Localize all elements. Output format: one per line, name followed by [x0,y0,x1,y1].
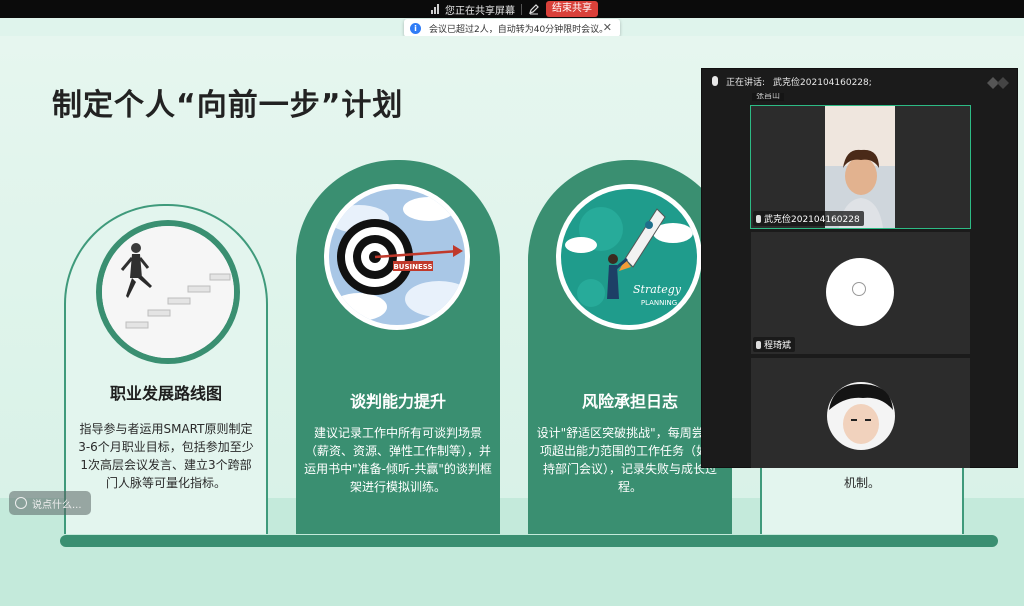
participant-video [751,106,970,228]
slide-title: 制定个人“向前一步”计划 [52,88,404,123]
speaking-name: 武克俭202104160228; [773,77,872,88]
mic-off-icon [756,340,761,349]
signal-icon [431,4,439,14]
card-body: 机制。 [843,476,880,490]
participant-tile[interactable]: 程琦斌 [751,232,970,354]
video-panel: 正在讲话: 武克俭202104160228; 张昌山 武克俭2021041602… [701,68,1018,468]
end-share-button[interactable]: 结束共享 [546,1,598,17]
participant-name-tag: 武克俭202104160228 [753,211,864,226]
info-icon: i [410,22,421,34]
chat-placeholder: 说点什么... [32,499,82,511]
speaking-header: 正在讲话: 武克俭202104160228; [702,69,1019,93]
rocket-illustration: Strategy PLANNING [561,189,697,325]
business-label: BUSINESS [393,263,432,271]
card-title: 谈判能力提升 [349,392,446,411]
mic-icon [756,214,761,223]
career-stairs-image [96,220,240,364]
slide-bottom-bar [60,535,998,547]
toast-message: 会议已超过2人，自动转为40分钟限时会议。 [429,24,609,35]
strategy-planning-image: Strategy PLANNING [556,184,702,330]
target-illustration: BUSINESS [329,189,465,325]
participant-tile[interactable] [751,358,970,468]
app-logo-icon [987,77,1009,89]
participant-avatar-anime [751,358,970,468]
participant-name-tag: 程琦斌 [753,337,796,352]
strategy-label: Strategy [633,283,682,296]
close-icon[interactable]: ✕ [603,21,612,34]
speaking-label: 正在讲话: [726,77,766,88]
chat-input[interactable]: 说点什么... [9,491,91,515]
microphone-icon [712,76,718,86]
card-title: 职业发展路线图 [109,384,222,403]
meeting-limit-toast: i 会议已超过2人，自动转为40分钟限时会议。 ✕ [404,19,620,37]
participant-tile[interactable]: 武克俭202104160228 [750,105,971,229]
emoji-icon[interactable] [15,497,27,509]
share-status: 您正在共享屏幕 结束共享 [431,1,598,17]
card-negotiation: BUSINESS 谈判能力提升 建议记录工作中所有可谈判场景（薪资、资源、弹性工… [296,160,500,534]
avatar-inner-icon [852,282,866,296]
stairs-illustration [102,226,234,358]
avatar-placeholder [826,258,894,326]
sharing-label: 您正在共享屏幕 [445,5,515,17]
divider [521,3,522,15]
screen-share-bar: 您正在共享屏幕 结束共享 [0,0,1024,18]
annotate-pen-icon[interactable] [528,3,540,15]
partial-name-tag: 张昌山 [752,93,784,101]
card-body: 指导参与者运用SMART原则制定3-6个月职业目标，包括参加至少1次高层会议发言… [78,422,254,490]
target-business-image: BUSINESS [324,184,470,330]
card-career-roadmap: 职业发展路线图 指导参与者运用SMART原则制定3-6个月职业目标，包括参加至少… [64,204,268,534]
planning-label: PLANNING [641,299,677,307]
card-body: 建议记录工作中所有可谈判场景（薪资、资源、弹性工作制等），并运用书中"准备-倾听… [304,426,492,494]
